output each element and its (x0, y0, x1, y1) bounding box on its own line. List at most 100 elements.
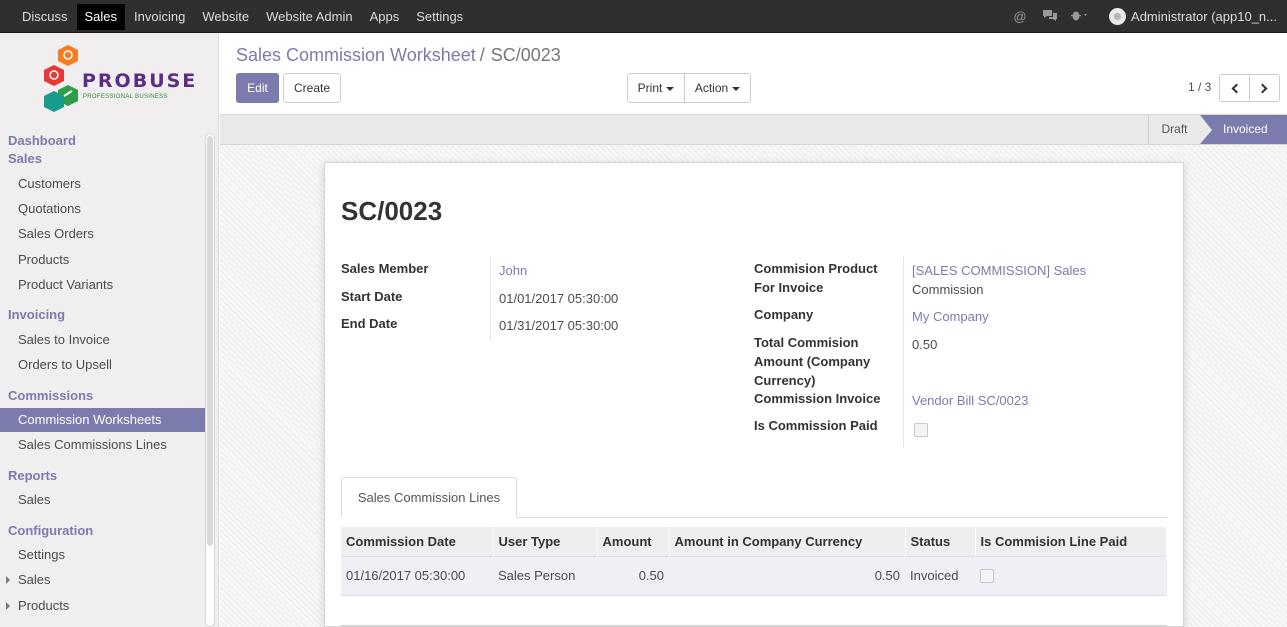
col-amount[interactable]: Amount (597, 527, 670, 556)
sidebar-item-config-sales[interactable]: Sales (0, 568, 205, 592)
notebook-tabs: Sales Commission Lines (341, 477, 1167, 518)
tab-sales-commission-lines[interactable]: Sales Commission Lines (341, 477, 517, 518)
sidebar-item-sales-commissions-lines[interactable]: Sales Commissions Lines (0, 433, 205, 457)
table-footer-divider (341, 625, 1167, 626)
sidebar-item-product-variants[interactable]: Product Variants (0, 273, 205, 297)
total-label-line1: Total Commision (754, 335, 859, 350)
avatar (1109, 8, 1127, 25)
caret-right-icon (6, 576, 10, 584)
sidebar-section-invoicing[interactable]: Invoicing (8, 307, 65, 322)
statusbar: Draft Invoiced (220, 114, 1287, 145)
cell-user-type: Sales Person (493, 555, 597, 596)
logo-brand: PROBUSE (82, 70, 198, 92)
field-divider (903, 257, 904, 447)
menu-discuss[interactable]: Discuss (14, 4, 76, 30)
commission-paid-label: Is Commission Paid (754, 418, 878, 433)
cell-line-paid (975, 555, 1167, 596)
at-mention-icon[interactable]: @ (1009, 9, 1031, 24)
commission-product-link-line2: Commission (912, 282, 984, 297)
sidebar-item-sales-to-invoice[interactable]: Sales to Invoice (0, 328, 205, 352)
sidebar-item-label: Products (18, 598, 70, 613)
user-menu[interactable]: Administrator (app10_n... (1109, 8, 1277, 25)
sidebar-item-config-settings[interactable]: Settings (0, 543, 205, 567)
cell-commission-date: 01/16/2017 05:30:00 (341, 555, 493, 596)
user-name: Administrator (app10_n... (1131, 9, 1277, 24)
breadcrumb-parent[interactable]: Sales Commission Worksheet (236, 45, 476, 65)
menu-website[interactable]: Website (194, 4, 257, 30)
menu-sales[interactable]: Sales (76, 3, 126, 30)
debug-bug-icon[interactable] (1069, 9, 1091, 25)
logo-tagline: PROFESSIONAL BUSINESS (83, 94, 168, 100)
action-dropdown[interactable]: Action (684, 73, 751, 103)
sidebar-item-orders-to-upsell[interactable]: Orders to Upsell (0, 353, 205, 377)
breadcrumb-current: SC/0023 (490, 45, 561, 65)
stage-draft[interactable]: Draft (1148, 115, 1200, 144)
commission-lines-table: Commission Date User Type Amount Amount … (341, 527, 1167, 596)
commission-invoice-value[interactable]: Vendor Bill SC/0023 (912, 391, 1028, 410)
chevron-left-icon (1231, 83, 1242, 94)
sidebar-item-sales-orders[interactable]: Sales Orders (0, 222, 205, 246)
record-title: SC/0023 (341, 196, 443, 226)
end-date-value: 01/31/2017 05:30:00 (499, 318, 619, 333)
sidebar-item-products[interactable]: Products (0, 248, 205, 272)
breadcrumb: Sales Commission Worksheet / SC/0023 (236, 45, 561, 66)
table-row[interactable]: 01/16/2017 05:30:00 Sales Person 0.50 0.… (341, 555, 1167, 596)
edit-button[interactable]: Edit (236, 73, 279, 103)
menu-apps[interactable]: Apps (362, 4, 408, 30)
action-label: Action (695, 81, 740, 95)
sidebar-item-customers[interactable]: Customers (0, 172, 205, 196)
commission-product-label-line1: Commision Product (754, 261, 878, 276)
sidebar-section-commissions[interactable]: Commissions (8, 388, 93, 403)
line-paid-checkbox[interactable] (980, 569, 994, 584)
top-navbar: Discuss Sales Invoicing Website Website … (0, 0, 1287, 33)
commission-product-link[interactable]: [SALES COMMISSION] Sales (912, 263, 1086, 278)
menu-website-admin[interactable]: Website Admin (258, 4, 360, 30)
col-user-type[interactable]: User Type (493, 527, 598, 556)
sales-member-label: Sales Member (341, 261, 429, 276)
pager-next-button[interactable] (1249, 74, 1280, 102)
company-label: Company (754, 307, 814, 322)
cell-amount: 0.50 (597, 555, 669, 596)
sidebar-section-reports[interactable]: Reports (8, 468, 57, 483)
sidebar-scrollbar[interactable] (205, 133, 215, 627)
commission-paid-checkbox[interactable] (914, 423, 928, 437)
sidebar-item-quotations[interactable]: Quotations (0, 197, 205, 221)
company-value[interactable]: My Company (912, 307, 989, 326)
commission-product-value: [SALES COMMISSION] Sales Commission (912, 261, 1086, 299)
stage-invoiced[interactable]: Invoiced (1200, 115, 1287, 144)
sidebar: PROBUSE PROFESSIONAL BUSINESS Dashboard … (0, 33, 219, 627)
app-menu: Discuss Sales Invoicing Website Website … (14, 0, 472, 33)
breadcrumb-separator: / (479, 45, 485, 65)
cell-amount-company: 0.50 (669, 555, 905, 596)
cell-status: Invoiced (905, 555, 975, 596)
col-line-paid[interactable]: Is Commision Line Paid (975, 527, 1167, 556)
chat-icon[interactable] (1039, 9, 1061, 25)
commission-product-label-line2: For Invoice (754, 280, 824, 295)
pager-value[interactable]: 1 / 3 (1188, 80, 1211, 94)
print-dropdown[interactable]: Print (627, 73, 685, 103)
col-status[interactable]: Status (905, 527, 976, 556)
create-button[interactable]: Create (283, 73, 341, 103)
sidebar-section-sales[interactable]: Sales (8, 151, 42, 166)
print-label: Print (638, 81, 675, 95)
sidebar-section-configuration[interactable]: Configuration (8, 523, 93, 538)
menu-invoicing[interactable]: Invoicing (126, 4, 193, 30)
systray: @ Administrator (app10_n... (1001, 0, 1277, 33)
sidebar-item-config-products[interactable]: Products (0, 594, 205, 618)
start-date-value: 01/01/2017 05:30:00 (499, 291, 619, 306)
sidebar-item-reports-sales[interactable]: Sales (0, 488, 205, 512)
sidebar-item-commission-worksheets[interactable]: Commission Worksheets (0, 408, 205, 432)
col-amount-company-currency[interactable]: Amount in Company Currency (669, 527, 906, 556)
end-date-label: End Date (341, 316, 398, 331)
sales-member-value[interactable]: John (499, 261, 527, 280)
control-panel: Sales Commission Worksheet / SC/0023 Edit … (220, 33, 1287, 113)
caret-right-icon (6, 602, 10, 610)
sidebar-item-dashboard[interactable]: Dashboard (8, 133, 76, 148)
menu-settings[interactable]: Settings (408, 4, 471, 30)
scrollbar-thumb[interactable] (207, 136, 213, 546)
total-label-line2: Amount (Company (754, 354, 871, 369)
sidebar-item-label: Sales (18, 572, 51, 587)
pager-previous-button[interactable] (1219, 74, 1250, 102)
table-header-row: Commission Date User Type Amount Amount … (341, 527, 1167, 556)
col-commission-date[interactable]: Commission Date (341, 527, 494, 556)
